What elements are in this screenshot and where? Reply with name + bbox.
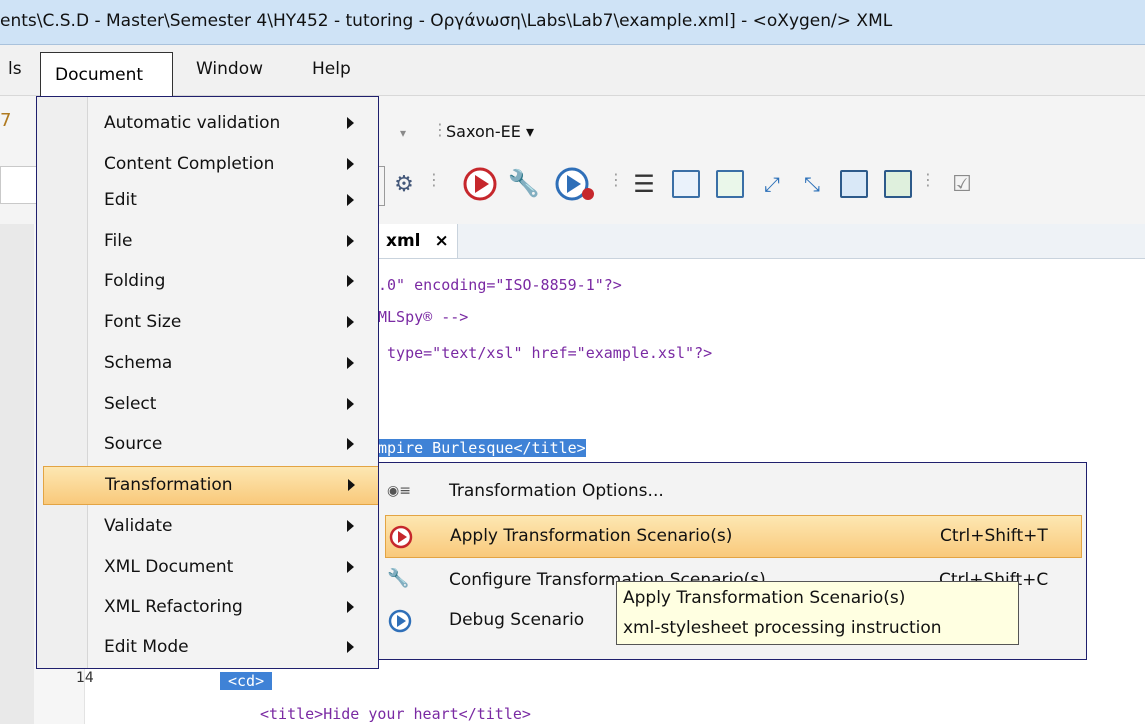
toolbar-separator-3: ⋮ [608,170,624,189]
transformation-engine-label: Saxon-EE [446,122,521,141]
checklist-icon[interactable]: ☑ [944,166,980,202]
submenu-arrow-icon [348,479,355,491]
menu-item-schema[interactable]: Schema [37,345,378,384]
menu-item-label: Source [104,434,163,454]
menu-item-label: Folding [104,271,166,291]
menu-item-transformation[interactable]: Transformation [43,466,406,505]
selected-cd-line: <cd> [220,672,273,690]
menu-item-label: Content Completion [104,154,275,174]
menu-item-automatic-validation[interactable]: Automatic validation [37,105,378,144]
menu-document-label: Document [55,65,144,85]
menu-item-xml-refactoring[interactable]: XML Refactoring [37,589,378,628]
submenu-arrow-icon [347,601,354,613]
menu-item-label: XML Document [104,557,234,577]
submenu-arrow-icon [347,158,354,170]
code-line: MLSpy® --> [378,308,469,326]
submenu-arrow-icon [347,561,354,573]
toolbar-partial-input[interactable] [0,166,38,204]
menu-item-file[interactable]: File [37,223,378,262]
menu-item-label: Validate [104,516,173,536]
menu-item-label: Transformation [105,475,233,495]
menu-item-label: XML Refactoring [104,597,243,617]
menu-item-label: Automatic validation [104,113,281,133]
format-indent-icon[interactable]: ☰ [626,166,662,202]
tooltip: Apply Transformation Scenario(s) xml-sty… [616,581,1019,645]
menu-item-source[interactable]: Source [37,426,378,465]
menu-help[interactable]: Help [312,59,351,79]
submenu-arrow-icon [347,357,354,369]
debug-scenario-icon [388,609,412,633]
menu-item-label: File [104,231,133,251]
tooltip-title: Apply Transformation Scenario(s) [623,588,906,608]
window-title-bar: ents\C.S.D - Master\Semester 4\HY452 - t… [0,0,1145,45]
tab-example-xml[interactable]: xml × [378,224,458,258]
submenu-arrow-icon [347,398,354,410]
menu-item-edit-mode[interactable]: Edit Mode [37,629,378,668]
menu-item-label: Edit [104,190,137,210]
submenu-arrow-icon [347,194,354,206]
code-line-14: <title>Hide your heart</title> [260,705,531,723]
tooltip-description: xml-stylesheet processing instruction [623,618,942,638]
menu-document[interactable]: Document [40,52,173,96]
menu-item-label: Edit Mode [104,637,189,657]
menu-item-transformation-options[interactable]: ◉≡ Transformation Options... [379,471,1086,514]
code-line: .0" encoding="ISO-8859-1"?> [378,276,622,294]
transformation-engine-select[interactable]: Saxon-EE ▾ [446,122,534,141]
code-line: type="text/xsl" href="example.xsl"?> [378,344,713,362]
toolbar-separator-4: ⋮ [920,170,936,189]
submenu-arrow-icon [347,641,354,653]
apply-transformation-icon[interactable] [460,164,500,204]
schema-icon[interactable] [836,166,872,202]
window-title: ents\C.S.D - Master\Semester 4\HY452 - t… [0,11,893,31]
toolbar-separator-2: ⋮ [426,170,442,189]
menu-item-label: Schema [104,353,173,373]
selected-code-line: mpire Burlesque</title> [378,439,586,457]
menu-item-apply-transformation[interactable]: Apply Transformation Scenario(s) Ctrl+Sh… [385,515,1082,558]
menu-item-label: Apply Transformation Scenario(s) [450,526,733,546]
debug-scenario-icon[interactable] [552,164,596,204]
configure-transformation-icon[interactable]: 🔧 [506,166,542,202]
toolbar-partial-number: 7 [0,110,12,131]
menu-item-validate[interactable]: Validate [37,508,378,547]
menu-window[interactable]: Window [196,59,263,79]
line-number-14: 14 [76,670,94,686]
menu-item-font-size[interactable]: Font Size [37,304,378,343]
menu-item-label: Select [104,394,157,414]
menu-item-shortcut: Ctrl+Shift+T [940,526,1048,546]
schema-flatten-icon[interactable] [880,166,916,202]
document-menu: Automatic validation Content Completion … [36,96,406,669]
submenu-arrow-icon [347,235,354,247]
menu-item-select[interactable]: Select [37,386,378,425]
menu-item-edit[interactable]: Edit [37,182,378,221]
menu-item-label: Font Size [104,312,182,332]
tab-label: xml [386,231,421,251]
node-collapse-icon[interactable]: ⤡ [794,166,830,202]
submenu-arrow-icon [347,316,354,328]
xml-document-icon[interactable] [668,166,704,202]
configure-transformation-icon: 🔧 [387,568,410,589]
menu-tools-partial[interactable]: ls [8,59,22,79]
menu-item-xml-document[interactable]: XML Document [37,549,378,588]
left-side-panel [0,224,35,724]
dropdown-caret-icon[interactable]: ▾ [400,126,406,140]
submenu-arrow-icon [347,117,354,129]
submenu-arrow-icon [347,275,354,287]
submenu-arrow-icon [347,438,354,450]
close-icon[interactable]: × [435,231,449,251]
menu-item-label: Transformation Options... [449,481,664,501]
options-icon: ◉≡ [387,483,411,499]
submenu-arrow-icon [347,520,354,532]
node-expand-icon[interactable]: ⤢ [754,166,790,202]
editor-tab-bar: xml × [378,224,1145,259]
menu-item-folding[interactable]: Folding [37,263,378,302]
menu-item-content-completion[interactable]: Content Completion [37,146,378,185]
menu-item-label: Debug Scenario [449,610,585,630]
apply-transformation-icon [389,525,413,549]
toolbar-field-edge [378,166,385,206]
grid-icon[interactable] [712,166,748,202]
gear-icon[interactable]: ⚙ [386,166,422,202]
